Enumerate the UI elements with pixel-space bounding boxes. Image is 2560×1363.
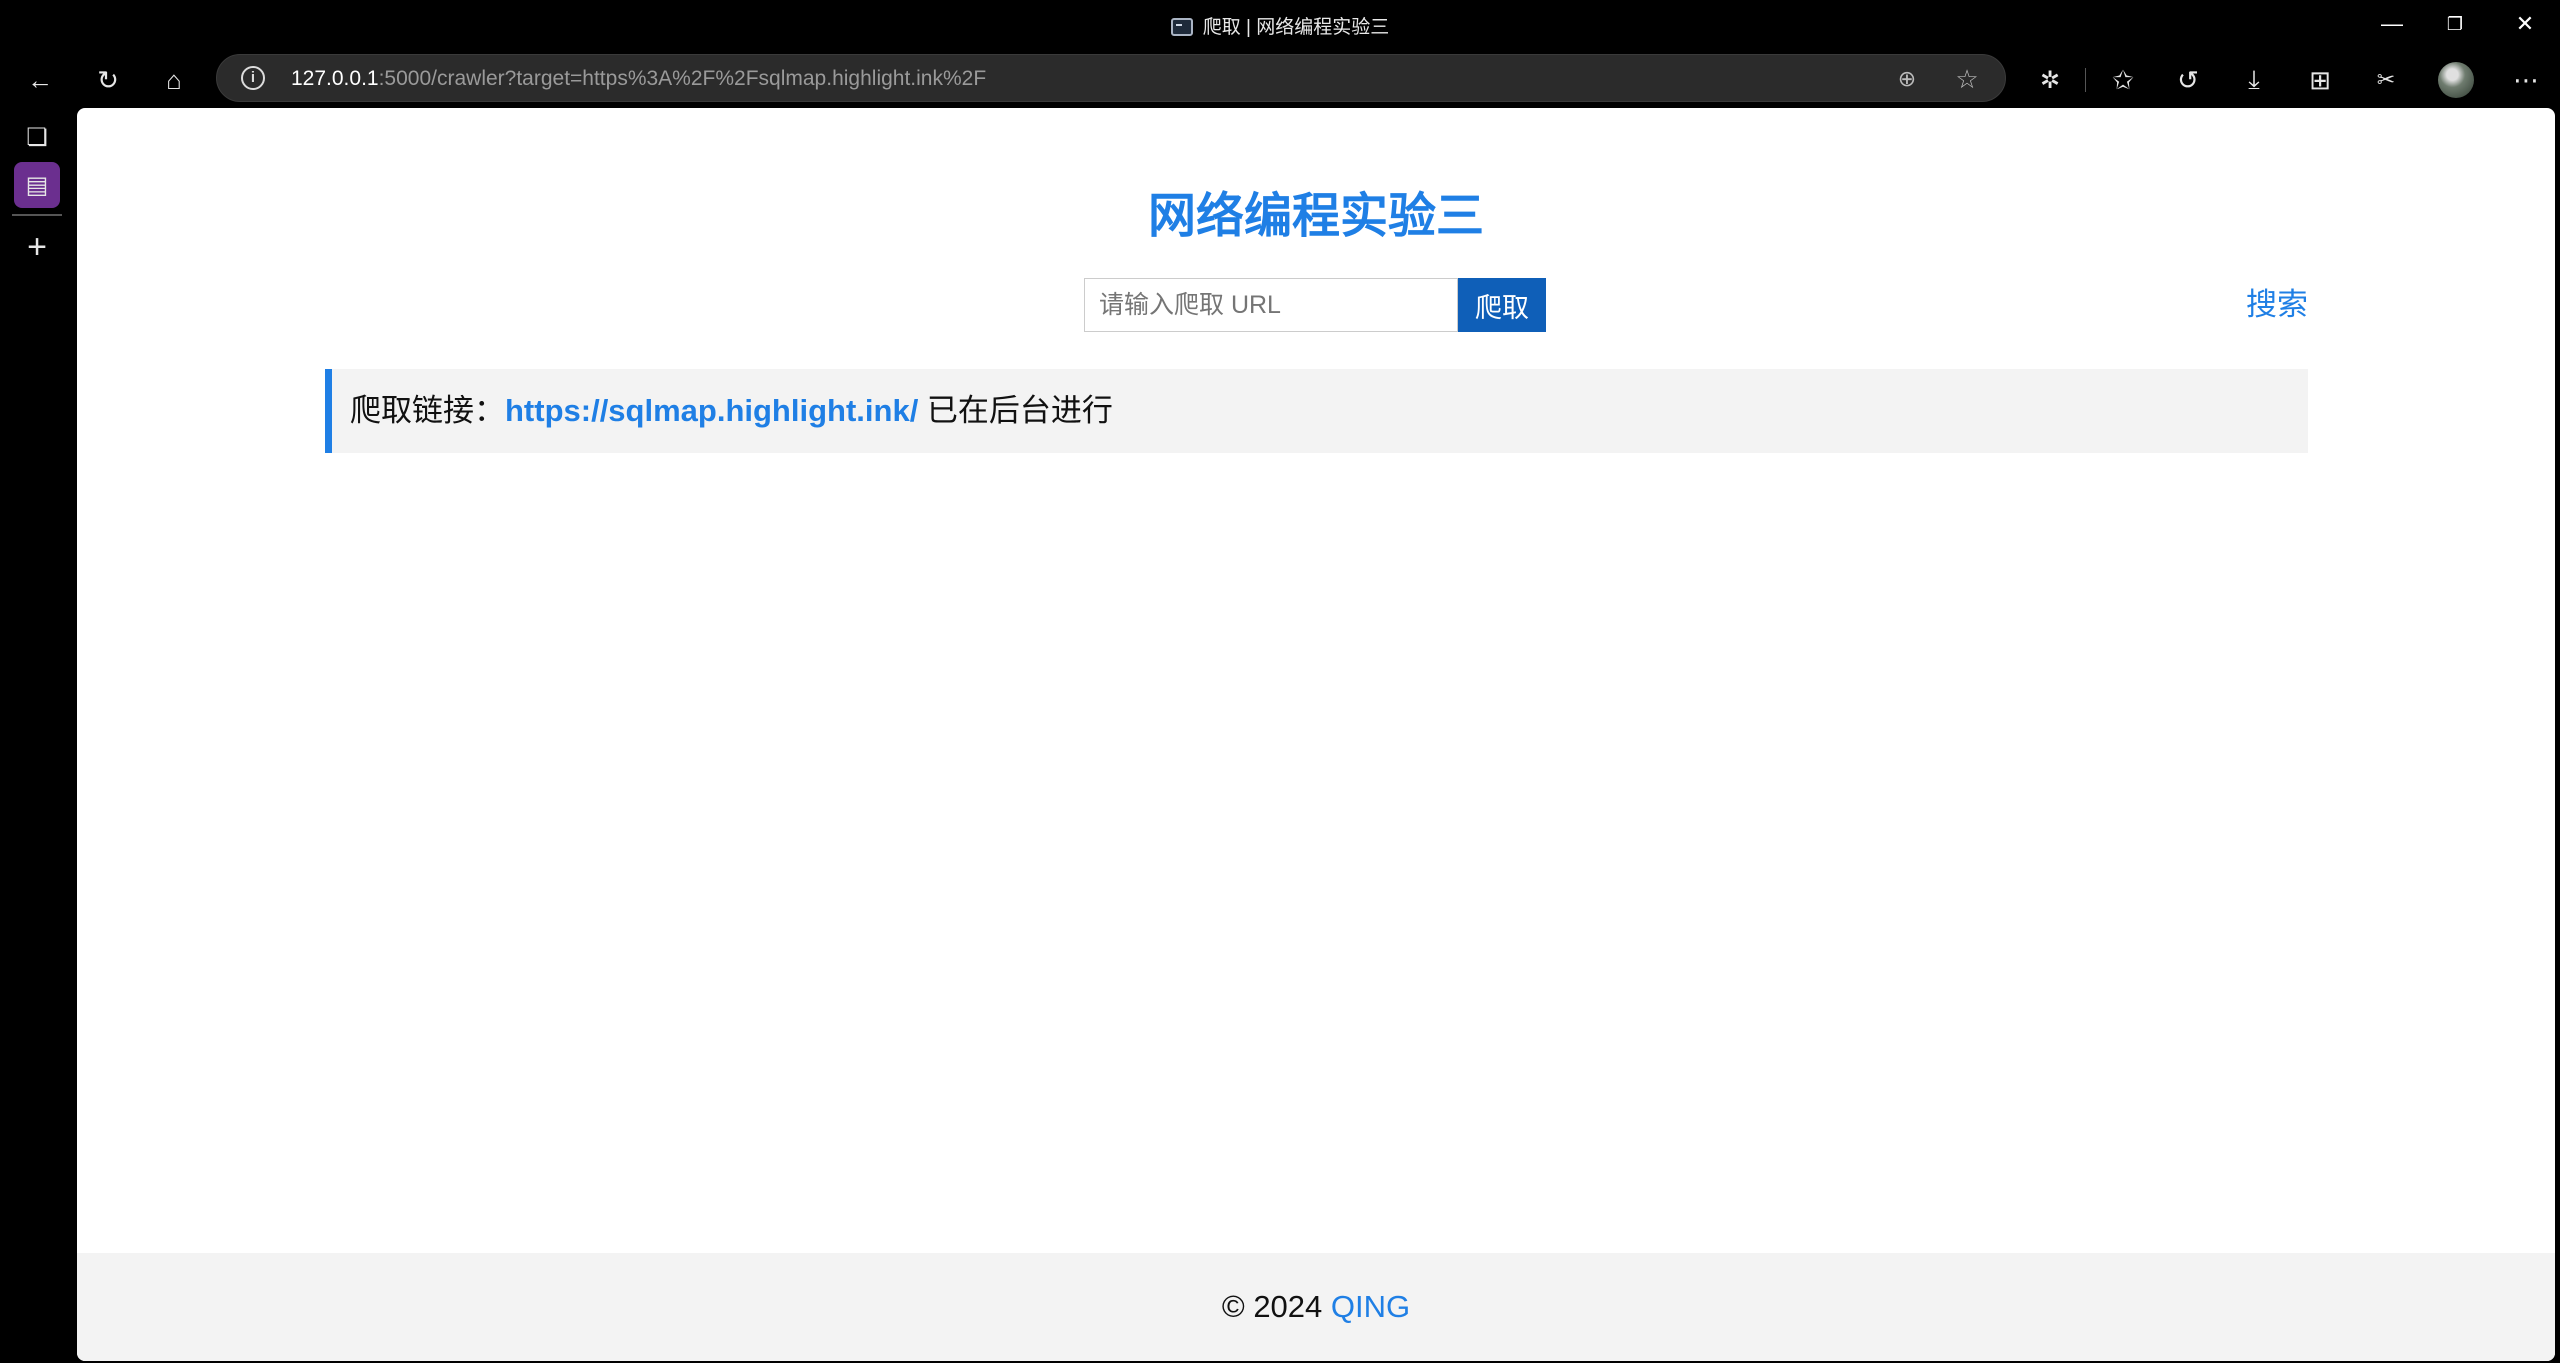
sidebar-divider bbox=[12, 214, 62, 216]
page-viewport: 网络编程实验三 爬取 搜索 爬取链接：https://sqlmap.highli… bbox=[77, 108, 2555, 1361]
page-footer: © 2024 QING bbox=[77, 1253, 2555, 1361]
address-bar[interactable]: i 127.0.0.1:5000/crawler?target=https%3A… bbox=[216, 54, 2006, 102]
tab-favicon-icon bbox=[1170, 18, 1193, 36]
page-title: 网络编程实验三 bbox=[1147, 190, 1484, 243]
toolbar-divider bbox=[2085, 68, 2086, 92]
url-path: :5000/crawler?target=https%3A%2F%2Fsqlma… bbox=[378, 67, 987, 90]
back-icon[interactable]: ← bbox=[20, 60, 60, 100]
tab-actions-icon[interactable]: ❏ bbox=[14, 114, 60, 160]
status-suffix: 已在后台进行 bbox=[918, 393, 1113, 428]
crawl-form: 爬取 搜索 bbox=[77, 278, 2555, 332]
active-tab-icon[interactable]: ▤ bbox=[14, 162, 60, 208]
url-text[interactable]: 127.0.0.1:5000/crawler?target=https%3A%2… bbox=[291, 67, 986, 91]
window-title-text: 爬取 | 网络编程实验三 bbox=[1202, 17, 1390, 38]
minimize-button[interactable]: — bbox=[2357, 0, 2427, 48]
crawl-button[interactable]: 爬取 bbox=[1458, 278, 1546, 332]
new-tab-icon[interactable]: + bbox=[14, 224, 60, 270]
zoom-icon[interactable]: ⊕ bbox=[1891, 63, 1923, 95]
status-message: 爬取链接：https://sqlmap.highlight.ink/ 已在后台进… bbox=[325, 369, 2308, 453]
profile-avatar[interactable] bbox=[2436, 60, 2476, 100]
add-favorite-icon[interactable]: ☆ bbox=[1951, 63, 1983, 95]
screenshot-icon[interactable]: ✂ bbox=[2366, 60, 2406, 100]
status-prefix: 爬取链接： bbox=[350, 393, 505, 428]
collections-icon[interactable]: ⊞ bbox=[2300, 60, 2340, 100]
close-window-button[interactable]: ✕ bbox=[2490, 0, 2560, 48]
site-info-icon[interactable]: i bbox=[241, 66, 265, 90]
footer-copyright: © 2024 bbox=[1221, 1289, 1331, 1324]
history-icon[interactable]: ↺ bbox=[2168, 60, 2208, 100]
more-menu-icon[interactable]: ⋯ bbox=[2506, 60, 2546, 100]
refresh-icon[interactable]: ↻ bbox=[88, 60, 128, 100]
favorites-icon[interactable]: ✩ bbox=[2103, 60, 2143, 100]
search-link[interactable]: 搜索 bbox=[2246, 278, 2308, 332]
window-titlebar: 爬取 | 网络编程实验三 — ❐ ✕ bbox=[0, 0, 2560, 48]
footer-author-link[interactable]: QING bbox=[1331, 1289, 1410, 1324]
downloads-icon[interactable]: ⤓ bbox=[2234, 60, 2274, 100]
extensions-icon[interactable]: ✲ bbox=[2030, 60, 2070, 100]
vertical-tabs-sidebar: ❏ ▤ + bbox=[0, 108, 76, 1363]
window-title: 爬取 | 网络编程实验三 bbox=[0, 12, 2560, 39]
home-icon[interactable]: ⌂ bbox=[154, 60, 194, 100]
crawled-url-link[interactable]: https://sqlmap.highlight.ink/ bbox=[505, 393, 918, 428]
url-input[interactable] bbox=[1084, 278, 1458, 332]
restore-button[interactable]: ❐ bbox=[2420, 0, 2490, 48]
url-host: 127.0.0.1 bbox=[291, 67, 379, 90]
avatar bbox=[2438, 62, 2474, 98]
